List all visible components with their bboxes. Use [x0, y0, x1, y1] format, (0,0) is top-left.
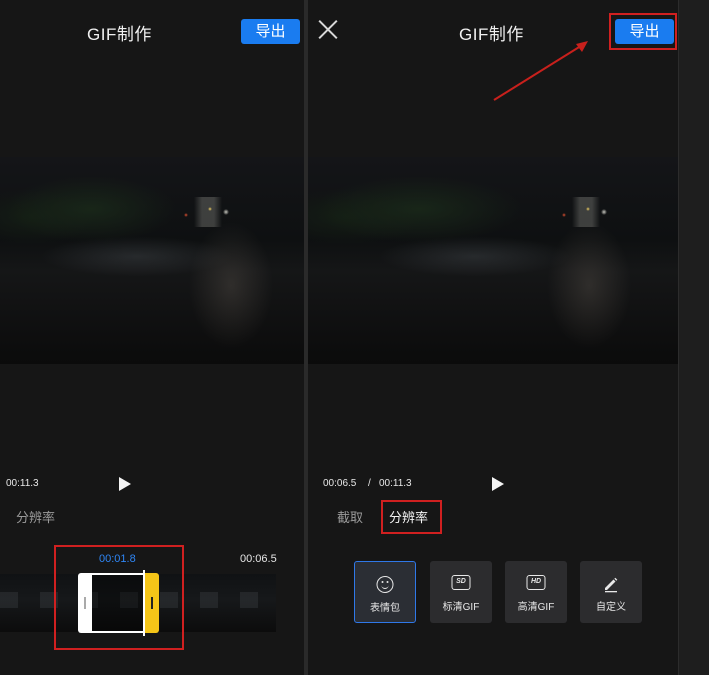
highlight-box-resolution-tab: [381, 500, 442, 534]
preset-label: 高清GIF: [517, 602, 555, 613]
current-time: 00:06.5: [323, 478, 357, 489]
pencil-icon: [605, 577, 618, 593]
tab-crop[interactable]: 截取: [337, 507, 363, 526]
preset-emoji[interactable]: 表情包: [354, 561, 416, 623]
screenshot-root: GIF制作 导出 00:11.3 分辨率 00:01.8 00:06.5 GIF…: [0, 0, 709, 675]
highlight-box-trim: [54, 545, 184, 650]
total-time: 00:11.3: [379, 478, 412, 489]
annotation-arrow: [493, 41, 588, 101]
page-title: GIF制作: [87, 25, 152, 44]
video-frame-lights: [170, 197, 250, 227]
export-button[interactable]: 导出: [241, 19, 300, 44]
sd-icon: SD: [451, 575, 471, 590]
preset-hd-gif[interactable]: HD 高清GIF: [505, 561, 567, 623]
current-time: 00:11.3: [6, 478, 39, 489]
video-frame-trees: [0, 177, 304, 257]
tab-resolution[interactable]: 分辨率: [16, 507, 55, 526]
trim-end-time: 00:06.5: [240, 553, 277, 565]
time-separator: /: [368, 478, 371, 489]
video-preview: [0, 157, 304, 364]
smile-icon: [376, 576, 394, 593]
preset-label: 标清GIF: [442, 602, 480, 613]
preset-sd-gif[interactable]: SD 标清GIF: [430, 561, 492, 623]
preset-label: 表情包: [370, 603, 400, 614]
play-icon[interactable]: [492, 477, 504, 491]
highlight-box-export: [609, 13, 677, 50]
preset-label: 自定义: [596, 602, 626, 613]
play-icon[interactable]: [119, 477, 131, 491]
right-gif-editor-panel: GIF制作 导出 00:06.5 / 00:11.3 截取 分辨率 表情包 SD…: [308, 0, 678, 675]
hd-icon: HD: [526, 575, 546, 590]
preset-custom[interactable]: 自定义: [580, 561, 642, 623]
close-icon[interactable]: [318, 19, 338, 39]
background-strip: [678, 0, 709, 675]
video-frame-lights: [548, 197, 628, 227]
left-gif-editor-panel: GIF制作 导出 00:11.3 分辨率 00:01.8 00:06.5: [0, 0, 304, 675]
video-preview: [308, 157, 678, 364]
